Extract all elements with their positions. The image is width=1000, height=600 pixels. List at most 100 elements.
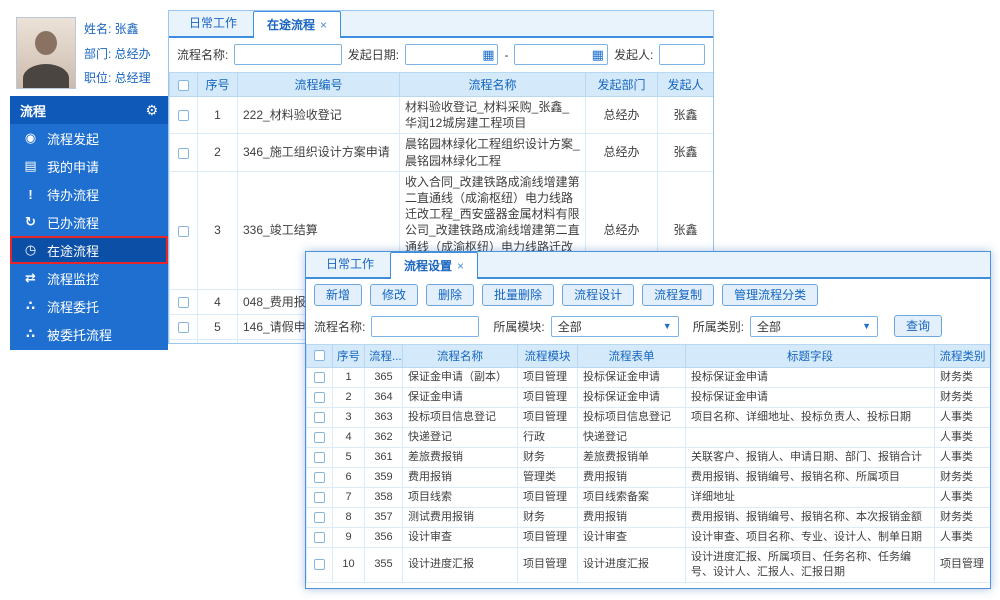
row-checkbox[interactable] xyxy=(314,392,325,403)
row-checkbox[interactable] xyxy=(314,532,325,543)
toolbar: 新增 修改 删除 批量删除 流程设计 流程复制 管理流程分类 xyxy=(306,279,990,309)
col-title-field: 标题字段 xyxy=(686,345,935,368)
module-label: 所属模块: xyxy=(493,318,544,335)
date-to-input[interactable]: ▦ xyxy=(514,44,607,65)
tab-in-transit-processes[interactable]: 在途流程× xyxy=(253,11,341,38)
table-row[interactable]: 9 356 设计审查 项目管理 设计审查 设计审查、项目名称、专业、设计人、制单… xyxy=(307,528,991,548)
category-select[interactable]: 全部 ▼ xyxy=(750,316,878,337)
row-checkbox[interactable] xyxy=(178,226,189,237)
process-name-label: 流程名称: xyxy=(314,318,365,335)
filter-row: 流程名称: 所属模块: 全部 ▼ 所属类别: 全部 ▼ 查询 xyxy=(306,309,990,343)
row-checkbox[interactable] xyxy=(314,432,325,443)
row-checkbox[interactable] xyxy=(314,412,325,423)
table-row[interactable]: 10 355 设计进度汇报 项目管理 设计进度汇报 设计进度汇报、所属项目、任务… xyxy=(307,548,991,583)
col-process-module: 流程模块 xyxy=(518,345,578,368)
table-row[interactable]: 3 363 投标项目信息登记 项目管理 投标项目信息登记 项目名称、详细地址、投… xyxy=(307,408,991,428)
table-row[interactable]: 2 346_施工组织设计方案申请 晨铭园林绿化工程组织设计方案_晨铭园林绿化工程… xyxy=(170,134,714,171)
row-checkbox[interactable] xyxy=(314,492,325,503)
row-checkbox[interactable] xyxy=(314,452,325,463)
calendar-icon[interactable]: ▦ xyxy=(482,48,494,61)
process-name-input[interactable] xyxy=(371,316,479,337)
table-header-row: 序号 流程编号 流程名称 发起部门 发起人 xyxy=(170,73,714,97)
sidebar-item-my-applications[interactable]: ▤ 我的申请 xyxy=(10,152,168,180)
calendar-icon[interactable]: ▦ xyxy=(592,48,604,61)
process-name-label: 流程名称: xyxy=(177,46,228,63)
col-initiating-dept: 发起部门 xyxy=(586,73,658,97)
add-button[interactable]: 新增 xyxy=(314,284,362,306)
col-process-category: 流程类别 xyxy=(935,345,991,368)
alert-icon: ! xyxy=(23,187,38,202)
start-date-label: 发起日期: xyxy=(348,46,399,63)
tab-close-icon[interactable]: × xyxy=(320,18,327,32)
avatar xyxy=(35,31,57,55)
batch-delete-button[interactable]: 批量删除 xyxy=(482,284,554,306)
clock-icon: ◷ xyxy=(23,242,38,258)
col-initiator: 发起人 xyxy=(658,73,714,97)
row-checkbox[interactable] xyxy=(178,110,189,121)
sidebar-item-label: 流程委托 xyxy=(47,297,99,316)
profile-photo xyxy=(16,17,76,89)
sidebar-item-label: 已办流程 xyxy=(47,213,99,232)
org-chart-icon: ∴ xyxy=(23,326,38,342)
table-row[interactable]: 4 362 快递登记 行政 快递登记 人事类 xyxy=(307,428,991,448)
tab-close-icon[interactable]: × xyxy=(457,259,464,273)
select-all-checkbox[interactable] xyxy=(178,80,189,91)
tab-daily-work[interactable]: 日常工作 xyxy=(176,11,250,36)
select-all-checkbox[interactable] xyxy=(314,350,325,361)
profile-section: 姓名: 张鑫 部门: 总经办 职位: 总经理 xyxy=(10,10,168,96)
module-select[interactable]: 全部 ▼ xyxy=(551,316,679,337)
document-icon: ▤ xyxy=(23,158,38,174)
table-row[interactable]: 7 358 项目线索 项目管理 项目线索备案 详细地址 人事类 xyxy=(307,488,991,508)
sidebar-item-process-start[interactable]: ◉ 流程发起 xyxy=(10,124,168,152)
sidebar: 姓名: 张鑫 部门: 总经办 职位: 总经理 流程 ⚙ ◉ 流程发起 ▤ 我的申… xyxy=(10,10,168,350)
process-design-button[interactable]: 流程设计 xyxy=(562,284,634,306)
sidebar-item-pending-processes[interactable]: ! 待办流程 xyxy=(10,180,168,208)
table-row[interactable]: 8 357 测试费用报销 财务 费用报销 费用报销、报销编号、报销名称、本次报销… xyxy=(307,508,991,528)
table-row[interactable]: 6 359 费用报销 管理类 费用报销 费用报销、报销编号、报销名称、所属项目 … xyxy=(307,468,991,488)
date-from-input[interactable]: ▦ xyxy=(405,44,498,65)
row-checkbox[interactable] xyxy=(178,322,189,333)
row-checkbox[interactable] xyxy=(314,512,325,523)
row-checkbox[interactable] xyxy=(178,297,189,308)
sidebar-item-in-transit-processes[interactable]: ◷ 在途流程 xyxy=(10,236,168,264)
chevron-down-icon: ▼ xyxy=(862,321,871,331)
col-process-name: 流程名称 xyxy=(400,73,586,97)
process-settings-table: 序号 流程... 流程名称 流程模块 流程表单 标题字段 流程类别 1 365 … xyxy=(306,344,991,583)
profile-title: 职位: 总经理 xyxy=(84,69,151,86)
sidebar-item-process-delegation[interactable]: ∴ 流程委托 xyxy=(10,292,168,320)
edit-button[interactable]: 修改 xyxy=(370,284,418,306)
initiator-label: 发起人: xyxy=(614,46,653,63)
org-chart-icon: ∴ xyxy=(23,298,38,314)
sidebar-item-process-monitor[interactable]: ⇄ 流程监控 xyxy=(10,264,168,292)
table-row[interactable]: 2 364 保证金申请 项目管理 投标保证金申请 投标保证金申请 财务类 xyxy=(307,388,991,408)
process-copy-button[interactable]: 流程复制 xyxy=(642,284,714,306)
row-checkbox[interactable] xyxy=(178,148,189,159)
col-process-form: 流程表单 xyxy=(578,345,686,368)
broadcast-icon: ◉ xyxy=(23,130,38,146)
table-row[interactable]: 5 361 差旅费报销 财务 差旅费报销单 关联客户、报销人、申请日期、部门、报… xyxy=(307,448,991,468)
sidebar-item-delegated-processes[interactable]: ∴ 被委托流程 xyxy=(10,320,168,348)
col-process-code: 流程... xyxy=(365,345,403,368)
delete-button[interactable]: 删除 xyxy=(426,284,474,306)
search-button[interactable]: 查询 xyxy=(894,315,942,337)
table-row[interactable]: 1 222_材料验收登记 材料验收登记_材料采购_张鑫_华润12城房建工程项目 … xyxy=(170,97,714,134)
table-row[interactable]: 1 365 保证金申请（副本） 项目管理 投标保证金申请 投标保证金申请 财务类 xyxy=(307,368,991,388)
sidebar-item-label: 被委托流程 xyxy=(47,325,112,344)
tab-process-settings[interactable]: 流程设置× xyxy=(390,252,478,279)
col-process-code: 流程编号 xyxy=(238,73,400,97)
profile-department: 部门: 总经办 xyxy=(84,45,151,62)
manage-category-button[interactable]: 管理流程分类 xyxy=(722,284,818,306)
initiator-input[interactable] xyxy=(659,44,705,65)
tab-bar: 日常工作 在途流程× xyxy=(169,11,713,38)
row-checkbox[interactable] xyxy=(314,372,325,383)
process-name-input[interactable] xyxy=(234,44,341,65)
col-seq: 序号 xyxy=(198,73,238,97)
row-checkbox[interactable] xyxy=(314,472,325,483)
category-label: 所属类别: xyxy=(693,318,744,335)
tab-daily-work[interactable]: 日常工作 xyxy=(313,252,387,277)
col-process-name: 流程名称 xyxy=(403,345,518,368)
table-header-row: 序号 流程... 流程名称 流程模块 流程表单 标题字段 流程类别 xyxy=(307,345,991,368)
gear-icon[interactable]: ⚙ xyxy=(145,102,158,119)
row-checkbox[interactable] xyxy=(314,559,325,570)
sidebar-item-completed-processes[interactable]: ↻ 已办流程 xyxy=(10,208,168,236)
